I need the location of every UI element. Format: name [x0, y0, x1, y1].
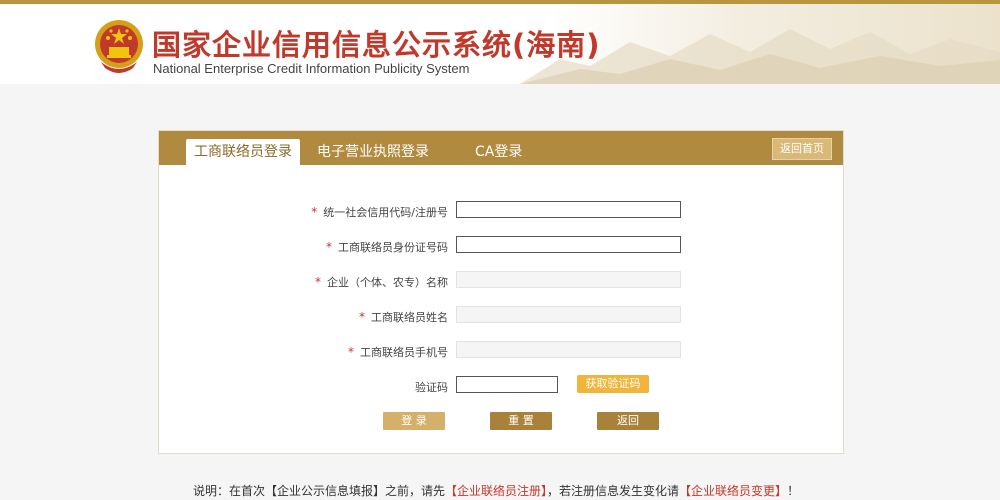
captcha-input[interactable]	[456, 376, 558, 393]
captcha-label: 验证码	[415, 381, 448, 394]
back-to-home-button[interactable]: 返回首页	[772, 138, 832, 160]
enterprise-name-input[interactable]	[456, 271, 681, 288]
required-mark: *	[326, 240, 332, 254]
instruction-note: 说明：在首次【企业公示信息填报】之前，请先【企业联络员注册】，若注册信息发生变化…	[193, 484, 800, 498]
liaison-change-link[interactable]: 【企业联络员变更】	[679, 484, 787, 498]
form-row-credit-code: * 统一社会信用代码/注册号	[159, 201, 843, 223]
tab-liaison-login[interactable]: 工商联络员登录	[186, 139, 300, 165]
site-header: 国家企业信用信息公示系统(海南) National Enterprise Cre…	[0, 4, 1000, 84]
credit-code-label: * 统一社会信用代码/注册号	[311, 205, 448, 219]
form-row-liaison-phone: * 工商联络员手机号	[159, 341, 843, 363]
required-mark: *	[315, 275, 321, 289]
required-mark: *	[359, 310, 365, 324]
login-button[interactable]: 登 录	[383, 412, 445, 430]
reset-button[interactable]: 重 置	[490, 412, 552, 430]
form-row-liaison-name: * 工商联络员姓名	[159, 306, 843, 328]
liaison-name-label: * 工商联络员姓名	[359, 310, 448, 324]
get-captcha-button[interactable]: 获取验证码	[577, 375, 649, 393]
tab-e-license-login[interactable]: 电子营业执照登录	[317, 139, 429, 165]
enterprise-name-label: * 企业（个体、农专）名称	[315, 275, 448, 289]
national-emblem-icon	[95, 20, 143, 73]
credit-code-input[interactable]	[456, 201, 681, 218]
login-panel: 工商联络员登录 电子营业执照登录 CA登录 返回首页 * 统一社会信用代码/注册号…	[158, 130, 844, 454]
site-title-en: National Enterprise Credit Information P…	[153, 61, 470, 76]
form-row-captcha: 验证码 获取验证码	[159, 375, 843, 398]
liaison-phone-input[interactable]	[456, 341, 681, 358]
login-tab-bar: 工商联络员登录 电子营业执照登录 CA登录 返回首页	[159, 131, 843, 165]
back-button[interactable]: 返回	[597, 412, 659, 430]
liaison-register-link[interactable]: 【企业联络员注册】	[445, 484, 547, 498]
id-number-label: * 工商联络员身份证号码	[326, 240, 448, 254]
id-number-input[interactable]	[456, 236, 681, 253]
liaison-name-input[interactable]	[456, 306, 681, 323]
form-row-id-number: * 工商联络员身份证号码	[159, 236, 843, 258]
form-row-enterprise-name: * 企业（个体、农专）名称	[159, 271, 843, 293]
required-mark: *	[311, 205, 318, 219]
site-title-cn: 国家企业信用信息公示系统(海南)	[152, 28, 601, 62]
tab-ca-login[interactable]: CA登录	[475, 139, 522, 165]
liaison-phone-label: * 工商联络员手机号	[348, 345, 448, 359]
required-mark: *	[348, 345, 354, 359]
